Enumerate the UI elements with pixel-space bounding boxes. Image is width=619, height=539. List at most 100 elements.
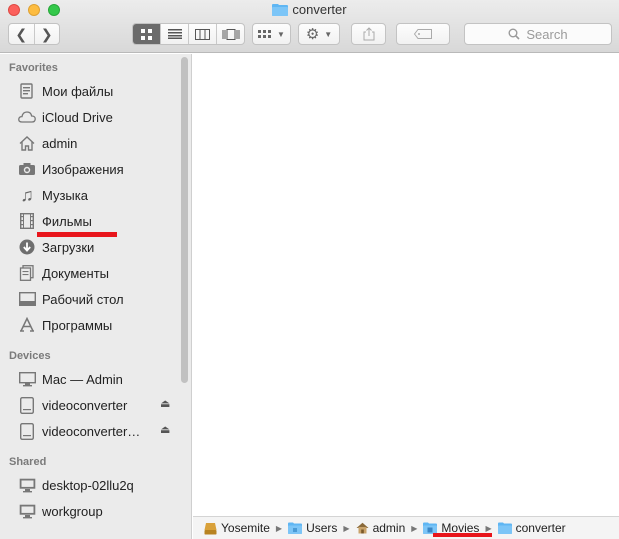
- sidebar-item-label: Mac — Admin: [42, 371, 123, 387]
- folder-icon: [288, 522, 303, 534]
- path-separator-icon: ▶: [411, 523, 418, 533]
- sidebar-item-desktop[interactable]: Рабочий стол: [0, 287, 182, 311]
- sidebar-item-my-files[interactable]: Мои файлы: [0, 79, 182, 103]
- sidebar-item-label: workgroup: [42, 503, 103, 519]
- sidebar-item-videoconverter-2[interactable]: videoconverter… ⏏: [0, 419, 182, 443]
- sidebar-scrollbar[interactable]: [181, 57, 188, 383]
- path-separator-icon: ▶: [343, 523, 350, 533]
- hard-drive-icon: [204, 522, 217, 535]
- path-separator-icon: ▶: [275, 523, 283, 533]
- path-crumb-converter[interactable]: converter: [497, 521, 566, 535]
- annotation-underline: [37, 232, 117, 237]
- network-computer-icon: [17, 475, 37, 495]
- edit-tags-button[interactable]: [396, 23, 450, 45]
- window-toolbar: converter ❮ ❯ ▼ ⚙ ▼ Search: [0, 0, 619, 53]
- sidebar-item-label: Фильмы: [42, 213, 92, 229]
- sidebar-item-label: Загрузки: [42, 239, 95, 255]
- eject-icon[interactable]: ⏏: [160, 423, 170, 436]
- sidebar-item-documents[interactable]: Документы: [0, 261, 182, 285]
- coverflow-view-button[interactable]: [216, 24, 244, 44]
- download-icon: [17, 237, 37, 257]
- sidebar-item-downloads[interactable]: Загрузки: [0, 235, 182, 259]
- sidebar-item-mac-admin[interactable]: Mac — Admin: [0, 367, 182, 391]
- sidebar-item-label: videoconverter…: [42, 423, 141, 439]
- annotation-underline: [433, 533, 492, 537]
- sidebar-item-label: desktop-02llu2q: [42, 477, 134, 493]
- sidebar-header-favorites: Favorites: [9, 62, 58, 74]
- search-field[interactable]: Search: [464, 23, 612, 45]
- path-bar: Yosemite ▶ Users ▶ admin ▶ Movies ▶ conv…: [193, 516, 619, 539]
- sidebar-item-applications[interactable]: Программы: [0, 313, 182, 337]
- music-note-icon: ♫: [20, 184, 34, 205]
- icon-view-button[interactable]: [133, 24, 160, 44]
- sidebar-item-icloud-drive[interactable]: iCloud Drive: [0, 105, 182, 129]
- sidebar-item-desktop-02llu2q[interactable]: desktop-02llu2q: [0, 473, 182, 497]
- eject-icon[interactable]: ⏏: [160, 397, 170, 410]
- applications-icon: [17, 315, 37, 335]
- sidebar-item-label: Мои файлы: [42, 83, 114, 99]
- path-crumb-yosemite[interactable]: Yosemite ▶: [204, 521, 288, 535]
- disk-icon: [17, 421, 37, 441]
- grid-arrange-icon: [258, 29, 272, 38]
- list-view-button[interactable]: [160, 24, 188, 44]
- sidebar-item-pictures[interactable]: Изображения: [0, 157, 182, 181]
- monitor-icon: [17, 369, 37, 389]
- sidebar-item-label: iCloud Drive: [42, 109, 113, 125]
- chevron-right-icon: ❯: [40, 25, 53, 42]
- sidebar-item-label: Программы: [42, 317, 113, 333]
- sidebar-item-admin[interactable]: admin: [0, 131, 182, 155]
- gear-icon: ⚙: [305, 26, 320, 43]
- path-separator-icon: ▶: [485, 523, 492, 533]
- file-browser-content[interactable]: [193, 54, 619, 516]
- sidebar-item-label: Изображения: [42, 161, 124, 177]
- sidebar-item-label: admin: [42, 135, 78, 151]
- path-crumb-label: admin: [372, 521, 406, 535]
- chevron-down-icon: ▼: [277, 29, 285, 39]
- list-view-icon: [167, 29, 182, 39]
- coverflow-view-icon: [222, 28, 239, 40]
- sidebar-header-shared: Shared: [9, 456, 47, 468]
- sidebar: Favorites Мои файлы iCloud Drive admin И…: [0, 54, 192, 539]
- document-icon: [17, 263, 37, 283]
- window-title-text: converter: [292, 2, 347, 17]
- sidebar-item-label: Документы: [42, 265, 110, 281]
- film-icon: [17, 211, 37, 231]
- view-mode-segmented-control: [132, 23, 245, 45]
- path-crumb-label: converter: [515, 521, 566, 535]
- home-icon: [17, 133, 37, 153]
- sidebar-item-label: Рабочий стол: [42, 291, 124, 307]
- sidebar-item-label: Музыка: [42, 187, 88, 203]
- search-icon: [508, 28, 520, 40]
- window-title: converter: [0, 2, 619, 19]
- icon-view-icon: [141, 28, 152, 40]
- home-icon: [356, 522, 369, 534]
- sidebar-item-workgroup[interactable]: workgroup: [0, 499, 182, 523]
- chevron-down-icon: ▼: [324, 29, 333, 39]
- arrange-button[interactable]: ▼: [252, 23, 291, 45]
- desktop-icon: [17, 289, 37, 309]
- share-icon: [363, 27, 374, 41]
- cloud-icon: [17, 107, 37, 127]
- column-view-button[interactable]: [188, 24, 216, 44]
- column-view-icon: [195, 28, 210, 40]
- path-crumb-users[interactable]: Users ▶: [288, 521, 356, 535]
- folder-icon: [497, 522, 512, 534]
- forward-button[interactable]: ❯: [33, 24, 60, 44]
- path-crumb-label: Yosemite: [221, 521, 270, 535]
- camera-icon: [17, 159, 37, 179]
- action-menu-button[interactable]: ⚙ ▼: [298, 23, 340, 45]
- sidebar-item-music[interactable]: ♫ Музыка: [0, 183, 182, 207]
- back-forward-group: ❮ ❯: [8, 23, 60, 45]
- sidebar-item-videoconverter-1[interactable]: videoconverter ⏏: [0, 393, 182, 417]
- share-button[interactable]: [351, 23, 386, 45]
- chevron-left-icon: ❮: [15, 25, 28, 42]
- network-computer-icon: [17, 501, 37, 521]
- sidebar-item-label: videoconverter: [42, 397, 128, 413]
- sidebar-item-movies[interactable]: Фильмы: [0, 209, 182, 233]
- path-crumb-label: Users: [306, 521, 338, 535]
- all-files-icon: [17, 81, 37, 101]
- path-crumb-admin[interactable]: admin ▶: [356, 521, 424, 535]
- back-button[interactable]: ❮: [9, 24, 34, 44]
- search-placeholder: Search: [526, 26, 568, 42]
- tag-icon: [414, 29, 432, 39]
